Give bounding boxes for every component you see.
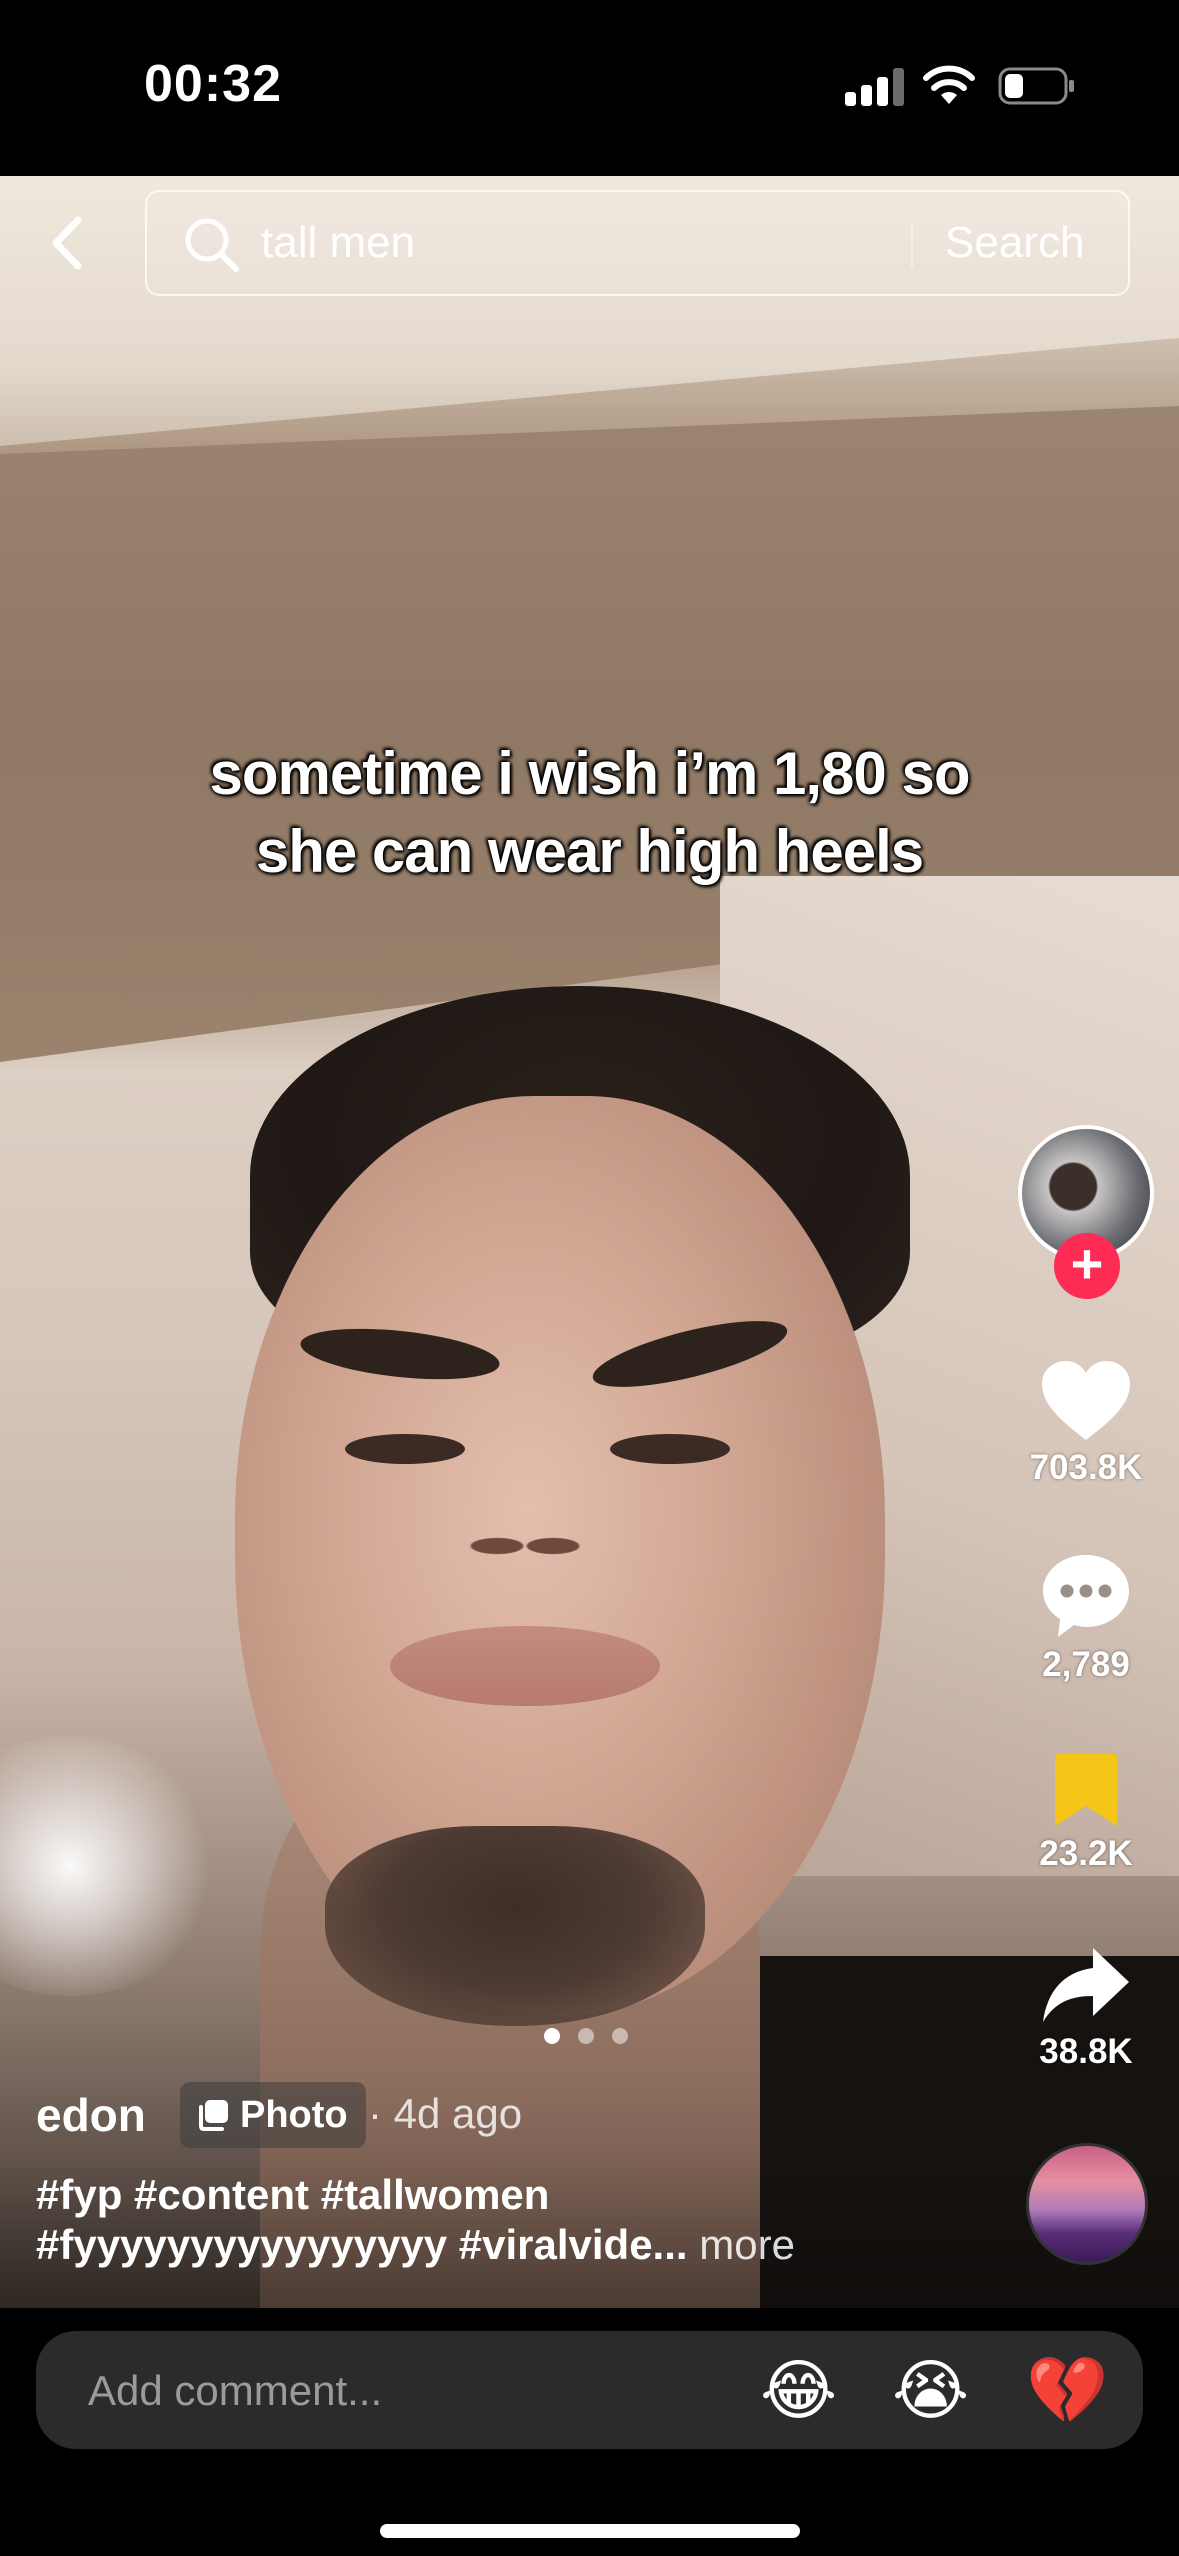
search-icon: [185, 218, 239, 272]
laughing-emoji-icon[interactable]: 😂: [760, 2355, 837, 2427]
post-photo[interactable]: [0, 176, 1179, 2308]
description-line-1: #fyp #content #tallwomen: [36, 2171, 550, 2218]
beard: [325, 1826, 705, 2026]
carousel-dot: [578, 2028, 594, 2044]
back-chevron-icon[interactable]: [40, 208, 94, 278]
photo-stack-icon: [199, 2100, 228, 2131]
status-time: 00:32: [144, 55, 282, 113]
photo-badge: Photo: [180, 2082, 366, 2148]
music-disc[interactable]: [1026, 2143, 1148, 2265]
share-count: 38.8K: [1039, 2032, 1133, 2071]
broken-heart-emoji-icon[interactable]: 💔: [1026, 2355, 1108, 2427]
photo-badge-label: Photo: [240, 2093, 348, 2136]
wifi-icon: [923, 65, 975, 104]
search-query[interactable]: tall men: [261, 218, 415, 268]
comment-bubble-icon: [1043, 1555, 1129, 1637]
save-count: 23.2K: [1039, 1834, 1133, 1873]
author-name[interactable]: edon: [36, 2088, 146, 2142]
caption-line-2: she can wear high heels: [255, 818, 924, 885]
carousel-dots: [544, 2028, 646, 2049]
search-bar[interactable]: tall men Search: [145, 190, 1130, 296]
eye-left: [345, 1434, 465, 1464]
light-glare: [0, 1736, 220, 1996]
carousel-dot-active: [544, 2028, 560, 2044]
follow-button[interactable]: +: [1054, 1233, 1120, 1299]
post-age: · 4d ago: [368, 2090, 523, 2137]
like-button[interactable]: 703.8K: [1016, 1360, 1156, 1488]
share-button[interactable]: 38.8K: [1016, 1946, 1156, 2072]
heart-icon: [1042, 1361, 1130, 1440]
bookmark-icon: [1055, 1754, 1117, 1826]
crying-emoji-icon[interactable]: 😭: [892, 2355, 969, 2427]
comment-count: 2,789: [1042, 1645, 1130, 1684]
battery-icon: [998, 67, 1074, 105]
caption-line-1: sometime i wish i’m 1,80 so: [209, 740, 971, 807]
eye-right: [610, 1434, 730, 1464]
carousel-dot: [612, 2028, 628, 2044]
post-description[interactable]: #fyp #content #tallwomen #fyyyyyyyyyyyyy…: [36, 2170, 996, 2270]
status-bar: 00:32: [0, 0, 1179, 176]
comment-input[interactable]: Add comment... 😂 😭 💔: [36, 2331, 1143, 2449]
comment-placeholder: Add comment...: [88, 2367, 383, 2414]
more-link[interactable]: more: [699, 2221, 795, 2268]
description-line-2: #fyyyyyyyyyyyyyyyy #viralvide...: [36, 2221, 688, 2268]
search-divider: [911, 222, 913, 268]
signal-icon: [845, 68, 905, 106]
photo-caption: sometime i wish i’m 1,80 so she can wear…: [0, 735, 1179, 891]
comment-button[interactable]: 2,789: [1016, 1553, 1156, 1685]
home-indicator: [380, 2524, 800, 2538]
share-arrow-icon: [1043, 1948, 1129, 2022]
save-button[interactable]: 23.2K: [1016, 1752, 1156, 1874]
nose: [455, 1516, 595, 1566]
like-count: 703.8K: [1029, 1448, 1143, 1487]
search-button[interactable]: Search: [945, 218, 1084, 268]
comment-bar: Add comment... 😂 😭 💔: [0, 2308, 1179, 2556]
lips: [390, 1626, 660, 1706]
